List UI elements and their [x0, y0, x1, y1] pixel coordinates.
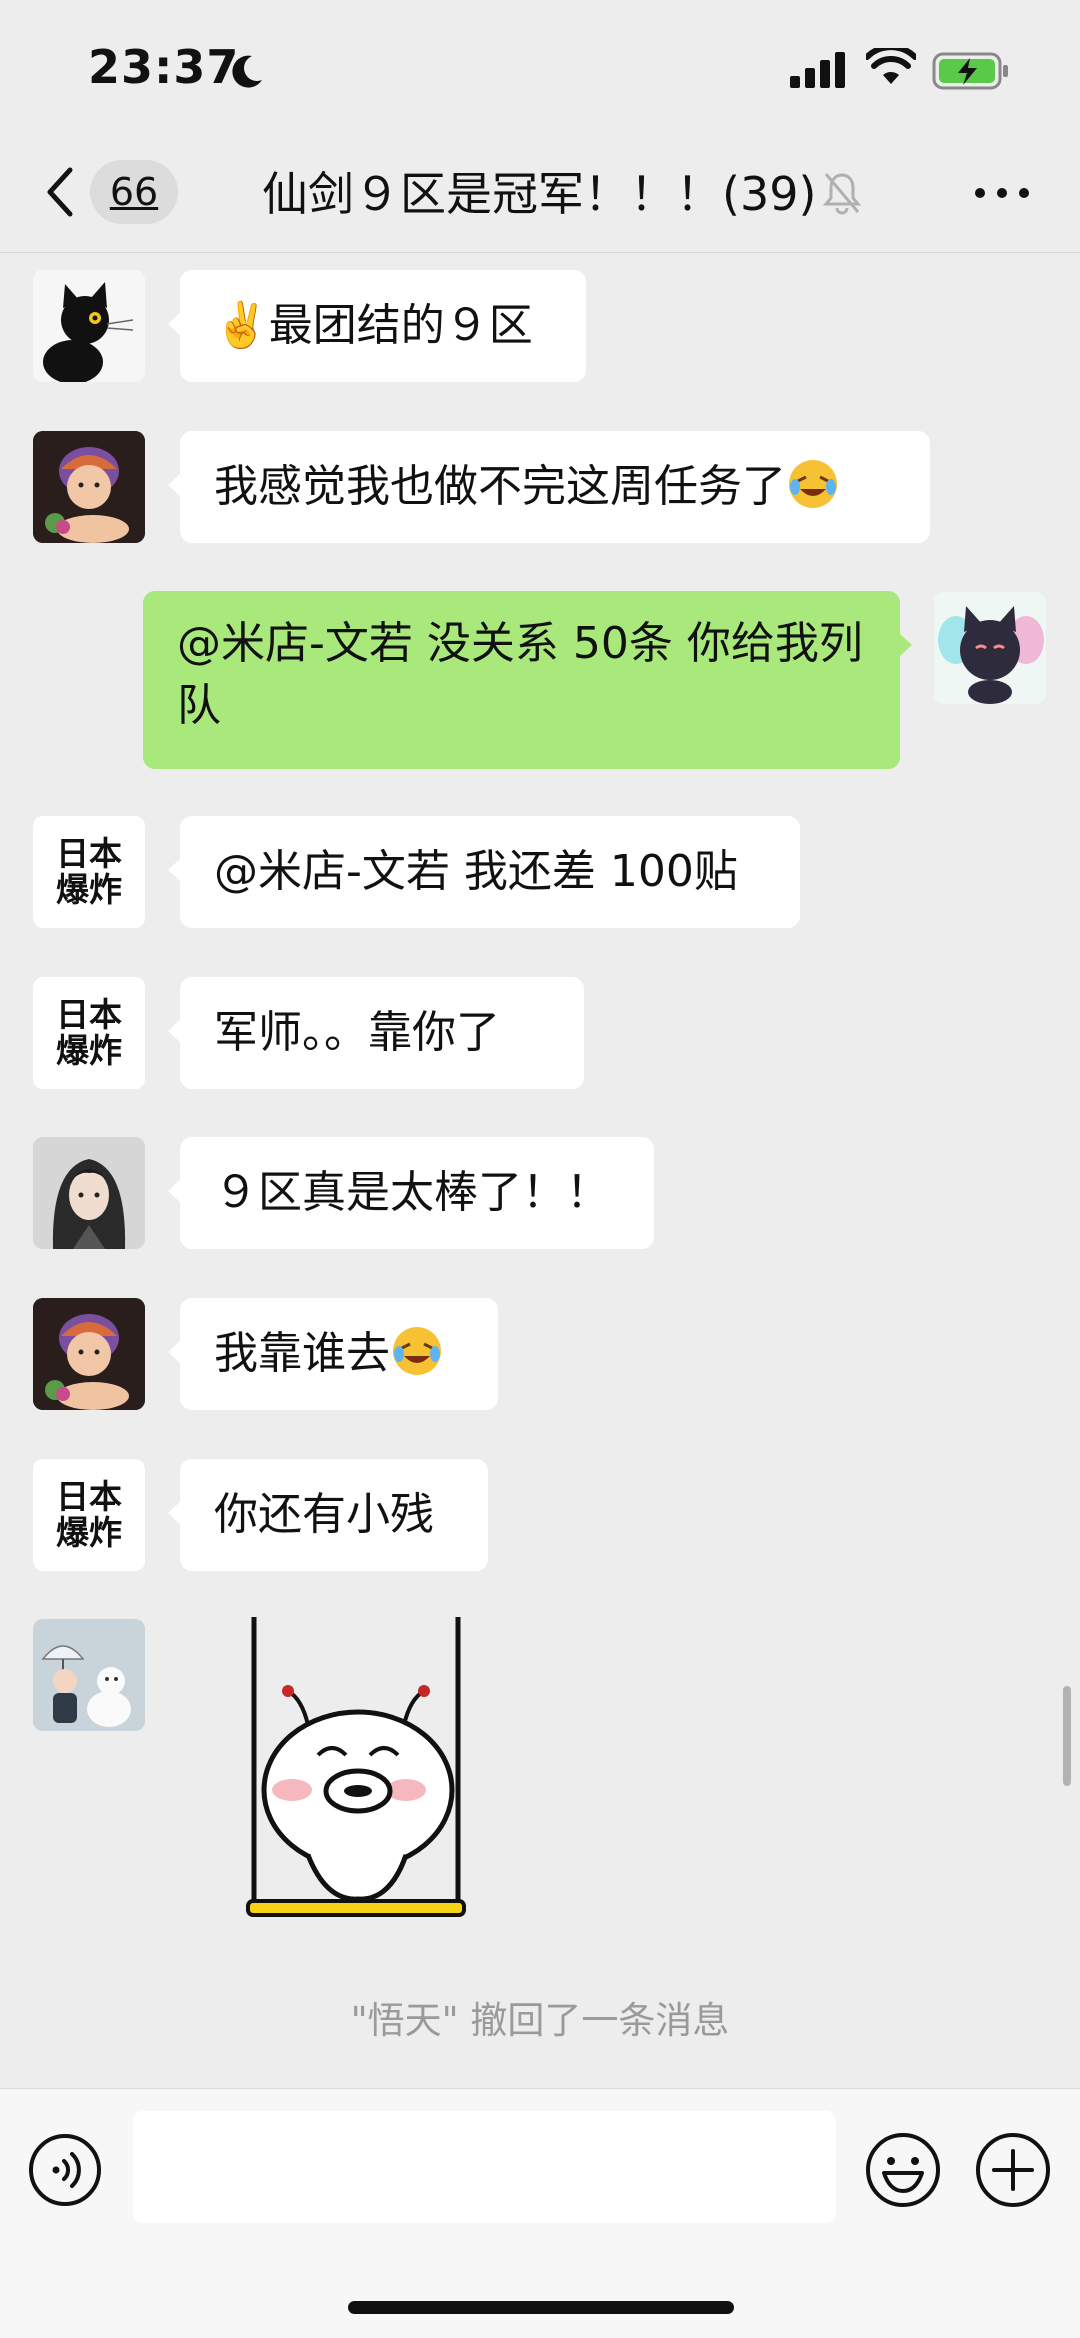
message-text: 我靠谁去 — [214, 1328, 390, 1379]
battery-charging-icon — [932, 52, 1008, 90]
moon-icon — [232, 55, 262, 88]
message-bubble[interactable]: 你还有小残 — [168, 1459, 488, 1571]
group-title: 仙剑９区是冠军！！！(39) — [262, 167, 817, 221]
message-input[interactable] — [133, 2111, 836, 2223]
avatar-label-line2: 爆炸 — [56, 870, 122, 909]
avatar-text-label[interactable]: 日本 爆炸 — [33, 1459, 145, 1571]
message-text: ✌️最团结的９区 — [214, 300, 533, 351]
message-text: @米店-文若 我还差 100贴 — [214, 846, 738, 897]
my-avatar[interactable] — [934, 592, 1046, 704]
avatar-label-line1: 日本 — [56, 834, 122, 873]
message-bubble[interactable]: ９区真是太棒了！！ — [168, 1137, 654, 1249]
avatar-label-line1: 日本 — [56, 995, 122, 1034]
avatar-baby[interactable] — [33, 1298, 145, 1410]
unread-count-badge[interactable]: 66 — [90, 160, 178, 224]
cellular-signal-icon — [790, 52, 845, 88]
avatar-child-with-dog[interactable] — [33, 1619, 145, 1731]
mute-bell-icon — [822, 173, 862, 215]
message-text: 军师。。靠你了 — [214, 1007, 500, 1058]
message-text: ９区真是太棒了！！ — [214, 1167, 610, 1218]
message-bubble[interactable]: 军师。。靠你了 — [168, 977, 584, 1089]
baby-photo-avatar-icon — [33, 1298, 145, 1410]
wifi-icon — [866, 48, 916, 84]
cartoon-fairy-cat-avatar-icon — [934, 592, 1046, 704]
recall-notice: "悟天" 撤回了一条消息 — [350, 1999, 730, 2042]
avatar-label-line2: 爆炸 — [56, 1031, 122, 1070]
message-bubble[interactable]: @米店-文若 我还差 100贴 — [168, 816, 800, 928]
message-bubble[interactable]: 我感觉我也做不完这周任务了 — [168, 431, 930, 543]
home-indicator — [348, 2301, 734, 2314]
more-options-icon[interactable] — [972, 178, 1032, 208]
avatar-label-line1: 日本 — [56, 1477, 122, 1516]
avatar-label-line2: 爆炸 — [56, 1513, 122, 1552]
emoji-picker-icon[interactable] — [864, 2131, 942, 2209]
avatar-black-cat[interactable] — [33, 270, 145, 382]
voice-input-icon[interactable] — [28, 2133, 102, 2207]
message-text: 你还有小残 — [214, 1489, 434, 1540]
status-bar: 23:37 — [0, 0, 1080, 140]
child-dog-avatar-icon — [33, 1619, 145, 1731]
swinging-cartoon-sticker[interactable] — [236, 1615, 476, 1925]
black-cat-avatar-icon — [33, 270, 145, 382]
scrollbar[interactable] — [1063, 1686, 1071, 1786]
anime-girl-avatar-icon — [33, 1137, 145, 1249]
avatar-text-label[interactable]: 日本 爆炸 — [33, 977, 145, 1089]
my-message-bubble[interactable]: @米店-文若 没关系 50条 你给我列队 — [143, 591, 912, 769]
message-bubble[interactable]: ✌️最团结的９区 — [168, 270, 586, 382]
laughing-crying-emoji-icon — [393, 1327, 441, 1375]
avatar-text-label[interactable]: 日本 爆炸 — [33, 816, 145, 928]
avatar-anime-girl[interactable] — [33, 1137, 145, 1249]
avatar-baby[interactable] — [33, 431, 145, 543]
message-text: @米店-文若 没关系 50条 你给我列队 — [177, 618, 863, 731]
baby-photo-avatar-icon — [33, 431, 145, 543]
back-arrow-icon[interactable] — [40, 162, 80, 222]
more-functions-plus-icon[interactable] — [974, 2131, 1052, 2209]
laughing-crying-emoji-icon — [789, 460, 837, 508]
input-toolbar — [0, 2088, 1080, 2338]
chat-header: 66 仙剑９区是冠军！！！(39) — [0, 140, 1080, 253]
message-bubble[interactable]: 我靠谁去 — [168, 1298, 498, 1410]
message-text: 我感觉我也做不完这周任务了 — [214, 461, 786, 512]
status-time: 23:37 — [88, 40, 240, 94]
